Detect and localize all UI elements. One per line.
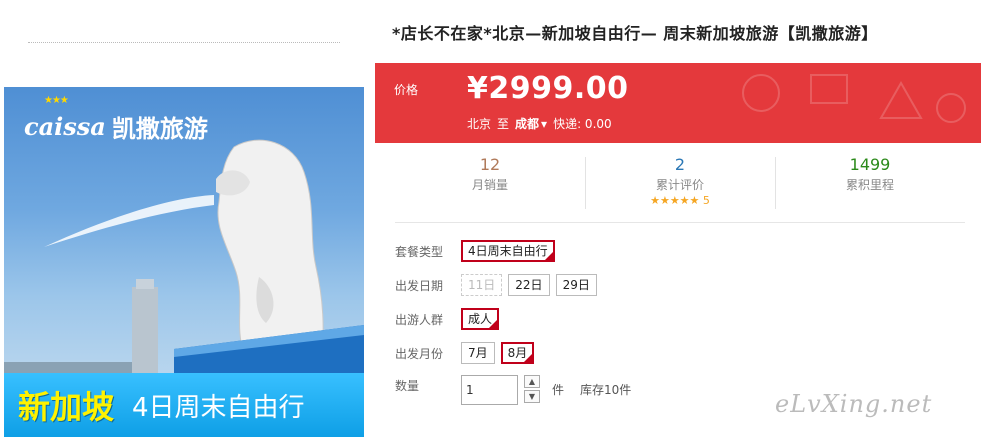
banner-tagline: 4日周末自由行: [132, 392, 305, 423]
banner-destination: 新加坡: [18, 388, 115, 426]
package-type-row: 套餐类型 4日周末自由行: [395, 240, 555, 262]
brand-name: 凯撒旅游: [111, 115, 208, 143]
product-title: *店长不在家*北京—新加坡自由行— 周末新加坡旅游【凯撒旅游】: [392, 24, 878, 43]
route-to: 至: [497, 117, 510, 131]
month-option[interactable]: 8月: [500, 342, 535, 364]
mileage-label: 累积里程: [845, 178, 894, 192]
stats-divider: [395, 222, 965, 223]
quantity-stepper[interactable]: ▲ ▼: [524, 375, 540, 403]
traveler-type-row: 出游人群 成人: [395, 308, 500, 330]
price-value: ¥2999.00: [467, 71, 629, 106]
departure-month-row: 出发月份 7月 8月: [395, 342, 535, 364]
route-destination: 成都: [515, 117, 540, 131]
quantity-label: 数量: [395, 379, 420, 393]
package-option[interactable]: 4日周末自由行: [461, 240, 555, 262]
promo-banner: 新加坡 4日周末自由行: [4, 373, 364, 437]
decrement-icon[interactable]: ▼: [524, 390, 540, 403]
departure-date-label: 出发日期: [395, 278, 444, 293]
reviews-value: 2: [674, 155, 686, 174]
month-option[interactable]: 7月: [461, 342, 495, 364]
quantity-row: 数量 ▲ ▼ 件 库存10件: [395, 375, 631, 405]
traveler-option[interactable]: 成人: [461, 308, 500, 330]
date-option[interactable]: 29日: [555, 274, 597, 296]
brand-mark: caissa: [24, 112, 106, 141]
increment-icon[interactable]: ▲: [524, 375, 540, 388]
brand-logo: ★★★ caissa 凯撒旅游: [24, 95, 208, 144]
rating-score: 5: [702, 194, 710, 207]
price-panel: 价格 ¥2999.00 北京 至 成都 ▾ 快递: 0.00: [375, 63, 981, 143]
stat-reviews[interactable]: 2 累计评价 ★★★★★ 5: [585, 155, 775, 211]
monthly-sales-label: 月销量: [471, 178, 508, 192]
rating-stars-icon: ★★★★★: [650, 194, 700, 207]
logo-stars-icon: ★★★: [44, 95, 69, 106]
chevron-down-icon: ▾: [541, 116, 548, 131]
stat-mileage: 1499 累积里程: [775, 155, 965, 211]
departure-month-label: 出发月份: [395, 346, 444, 361]
date-option[interactable]: 22日: [508, 274, 550, 296]
package-type-label: 套餐类型: [395, 244, 444, 259]
watermark: eLvXing.net: [775, 390, 933, 418]
stock-count: 库存10件: [580, 383, 632, 397]
price-label: 价格: [394, 83, 419, 97]
departure-date-row: 出发日期 11日 22日 29日: [395, 274, 597, 296]
product-image[interactable]: ★★★ caissa 凯撒旅游 新加坡 4日周末自由行: [4, 87, 364, 437]
background-pattern-icon: [742, 74, 966, 123]
traveler-type-label: 出游人群: [395, 312, 444, 327]
quantity-input[interactable]: [461, 375, 518, 405]
stat-monthly-sales: 12 月销量: [395, 155, 585, 211]
route-origin: 北京: [467, 117, 492, 131]
date-option: 11日: [461, 274, 503, 296]
quantity-unit: 件: [552, 383, 565, 397]
monthly-sales-value: 12: [479, 155, 501, 174]
destination-select[interactable]: 成都 ▾: [515, 115, 547, 132]
product-stats: 12 月销量 2 累计评价 ★★★★★ 5 1499 累积里程: [395, 155, 965, 211]
mileage-value: 1499: [849, 155, 891, 174]
top-divider: [28, 42, 340, 43]
reviews-label: 累计评价: [655, 178, 704, 192]
shipping-route: 北京 至 成都 ▾ 快递: 0.00: [467, 115, 612, 132]
rating: ★★★★★ 5: [585, 194, 775, 207]
shipping-fee: 快递: 0.00: [553, 117, 612, 131]
